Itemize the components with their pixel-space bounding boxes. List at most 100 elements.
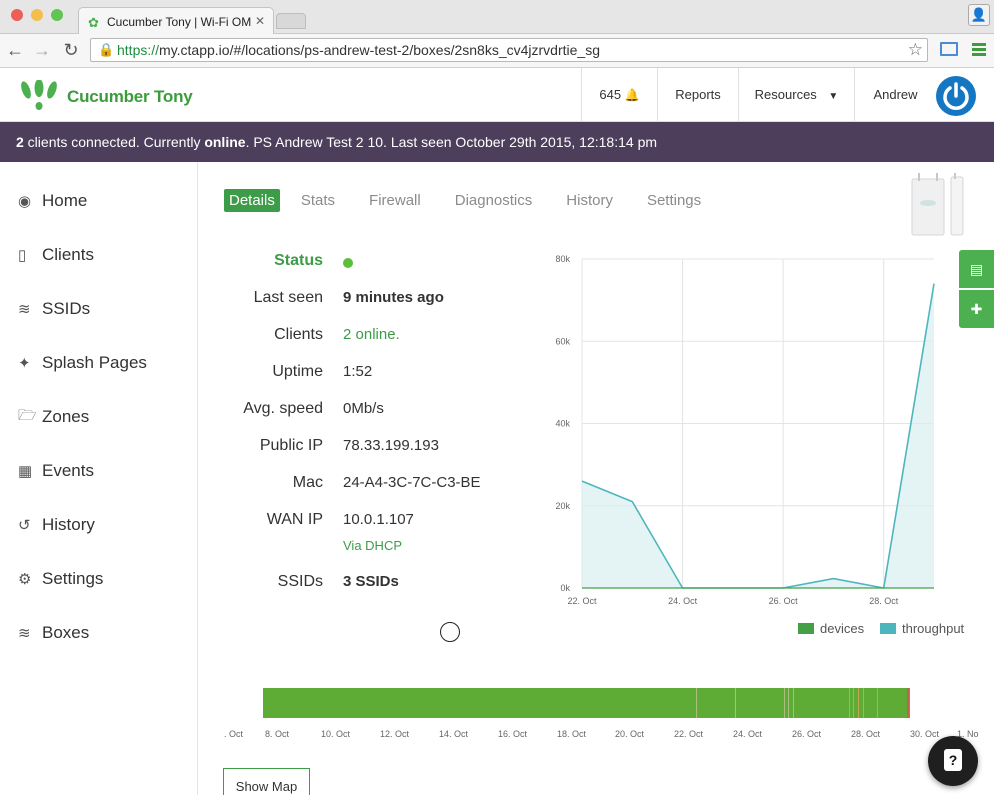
timeline-mark xyxy=(907,688,909,718)
tab-settings[interactable]: Settings xyxy=(642,189,706,212)
y-tick-label: 80k xyxy=(555,254,570,264)
legend-item-throughput[interactable]: throughput xyxy=(880,621,964,636)
timeline-tick-label: . Oct xyxy=(224,729,244,739)
resources-dropdown[interactable]: Resources ▼ xyxy=(738,68,854,122)
timeline-mark xyxy=(696,688,697,718)
reports-link[interactable]: Reports xyxy=(657,68,738,122)
clients-value-link[interactable]: 2 online. xyxy=(343,326,400,343)
tab-diagnostics[interactable]: Diagnostics xyxy=(450,189,538,212)
sidebar-item-events[interactable]: ▦ Events xyxy=(18,459,94,483)
help-button[interactable]: ? xyxy=(928,736,978,786)
cucumber-logo-icon[interactable] xyxy=(20,79,58,117)
back-icon[interactable]: ← xyxy=(5,40,25,61)
detail-row-last-seen: Last seen 9 minutes ago xyxy=(198,289,498,313)
sidebar-item-label: Zones xyxy=(42,407,90,426)
y-tick-label: 20k xyxy=(555,501,570,511)
address-bar[interactable]: 🔒 https://my.ctapp.io/#/locations/ps-and… xyxy=(90,38,928,62)
timeline-tick-label: 30. Oct xyxy=(910,729,940,739)
uptime-label: Uptime xyxy=(272,363,323,380)
notifications-button[interactable]: 645 🔔 xyxy=(581,68,657,122)
banner-client-count: 2 xyxy=(16,134,24,150)
notifications-count: 645 xyxy=(599,87,622,102)
user-menu[interactable]: Andrew xyxy=(854,68,936,122)
detail-row-ssids: SSIDs 3 SSIDs xyxy=(198,573,498,597)
folder-icon: 🗁 xyxy=(18,406,37,424)
new-tab-button[interactable] xyxy=(276,13,306,29)
browser-tab[interactable]: ✿ Cucumber Tony | Wi-Fi OM ✕ xyxy=(78,7,274,35)
sidebar-item-home[interactable]: ◉ Home xyxy=(18,189,87,213)
status-banner: 2 clients connected. Currently online. P… xyxy=(0,122,994,162)
sidebar-item-splash-pages[interactable]: ✦ Splash Pages xyxy=(18,351,147,375)
app-header: Cucumber Tony 645 🔔 Reports Resources ▼ … xyxy=(0,68,994,122)
tab-history[interactable]: History xyxy=(561,189,618,212)
timeline-tick-label: 18. Oct xyxy=(557,729,587,739)
x-tick-label: 22. Oct xyxy=(567,596,597,606)
timeline-tick-label: 24. Oct xyxy=(733,729,763,739)
wan-ip-note: Via DHCP xyxy=(343,538,403,553)
window-zoom-button[interactable] xyxy=(51,9,63,21)
timeline-tick-label: 14. Oct xyxy=(439,729,469,739)
timeline-mark xyxy=(784,688,785,718)
legend-swatch-devices xyxy=(798,623,814,634)
public-ip-label: Public IP xyxy=(259,437,323,454)
detail-row-avg-speed: Avg. speed 0Mb/s xyxy=(198,400,498,424)
tablet-icon: ▯ xyxy=(18,247,27,264)
x-tick-label: 26. Oct xyxy=(769,596,799,606)
sidebar-item-clients[interactable]: ▯ Clients xyxy=(18,243,94,267)
y-tick-label: 40k xyxy=(555,419,570,429)
star-icon[interactable]: ☆ xyxy=(908,40,923,60)
sidebar-item-label: Boxes xyxy=(42,623,90,642)
reload-icon[interactable]: ↻ xyxy=(61,40,81,61)
sidebar-item-label: Settings xyxy=(42,569,104,588)
device-image xyxy=(911,173,967,242)
timeline-mark xyxy=(877,688,878,718)
sidebar-item-label: Events xyxy=(42,461,94,480)
timeline-tick-label: 10. Oct xyxy=(321,729,351,739)
legend-swatch-throughput xyxy=(880,623,896,634)
sidebar-item-label: SSIDs xyxy=(42,299,91,318)
status-label: Status xyxy=(274,252,323,269)
window-close-button[interactable] xyxy=(11,9,23,21)
show-map-button[interactable]: Show Map xyxy=(223,768,310,795)
menu-icon[interactable] xyxy=(972,43,986,58)
detail-row-status: Status xyxy=(198,252,498,276)
sidebar-item-history[interactable]: ↺ History xyxy=(18,513,95,537)
sidebar-item-ssids[interactable]: ≋ SSIDs xyxy=(18,297,90,321)
tab-stats[interactable]: Stats xyxy=(296,189,340,212)
sidebar-item-settings[interactable]: ⚙ Settings xyxy=(18,567,103,591)
throughput-area xyxy=(582,283,934,588)
timeline-tick-label: 8. Oct xyxy=(265,729,290,739)
cucumber-favicon-icon: ✿ xyxy=(88,15,99,30)
uptime-timeline[interactable] xyxy=(263,688,910,718)
magic-wand-icon: ✦ xyxy=(18,355,31,372)
legend-item-devices[interactable]: devices xyxy=(798,621,864,636)
timeline-tick-label: 26. Oct xyxy=(792,729,822,739)
cast-icon[interactable] xyxy=(940,42,958,56)
x-tick-label: 28. Oct xyxy=(869,596,899,606)
timeline-mark xyxy=(853,688,854,718)
detail-row-uptime: Uptime 1:52 xyxy=(198,363,498,387)
power-icon xyxy=(943,82,969,110)
profile-icon[interactable]: 👤 xyxy=(968,4,990,26)
tab-close-icon[interactable]: ✕ xyxy=(255,14,265,28)
sidebar-item-zones[interactable]: 🗁 Zones xyxy=(18,405,89,429)
window-minimize-button[interactable] xyxy=(31,9,43,21)
avatar[interactable] xyxy=(936,76,976,116)
throughput-chart: 80k 60k 40k 20k 0k 22. Oct 24. Oct 26. Oct 28. … xyxy=(555,254,935,606)
detail-row-clients: Clients 2 online. xyxy=(198,326,498,350)
sidebar-item-boxes[interactable]: ≋ Boxes xyxy=(18,621,89,645)
browser-tab-title: Cucumber Tony | Wi-Fi OM xyxy=(107,15,252,29)
ssids-value: 3 SSIDs xyxy=(343,573,399,590)
caret-down-icon: ▼ xyxy=(828,91,839,102)
banner-status: online xyxy=(204,134,246,150)
book-icon[interactable]: ▤ xyxy=(959,250,994,288)
tab-details[interactable]: Details xyxy=(224,188,280,212)
detail-row-wan-ip: WAN IP 10.0.1.107 xyxy=(198,511,498,535)
mac-label: Mac xyxy=(292,474,323,491)
first-aid-icon[interactable]: ✚ xyxy=(959,290,994,328)
forward-icon[interactable]: → xyxy=(32,40,52,61)
avg-speed-label: Avg. speed xyxy=(243,400,323,417)
brand-name[interactable]: Cucumber Tony xyxy=(67,87,193,107)
timeline-tick-label: 20. Oct xyxy=(615,729,645,739)
tab-firewall[interactable]: Firewall xyxy=(364,189,426,212)
